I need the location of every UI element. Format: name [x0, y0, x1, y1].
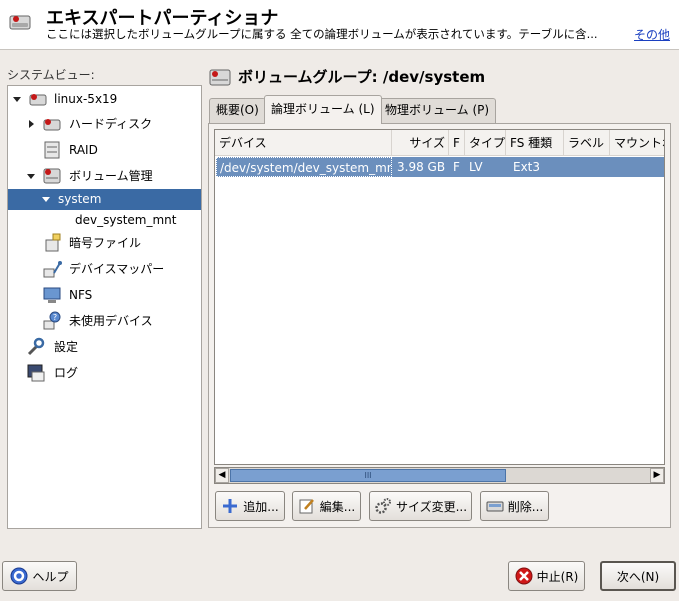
more-link[interactable]: その他	[634, 26, 670, 43]
logical-volumes-table[interactable]: デバイス サイズ F タイプ FS 種類 ラベル マウントポ /dev/syst…	[214, 129, 665, 465]
tree-item-label: ハードディスク	[69, 117, 153, 131]
tab-logical-volumes[interactable]: 論理ボリューム (L)	[264, 95, 382, 124]
tree-item-raid[interactable]: RAID	[8, 138, 201, 162]
next-button[interactable]: 次へ(N)	[600, 561, 676, 591]
column-header-fs-type[interactable]: FS 種類	[506, 130, 564, 156]
nfs-icon	[43, 287, 61, 303]
tree-item-system[interactable]: system	[8, 189, 201, 210]
delete-icon	[486, 501, 504, 512]
next-button-label: 次へ(N)	[616, 569, 660, 584]
page-title: ボリュームグループ: /dev/system	[238, 68, 486, 86]
column-header-type[interactable]: タイプ	[465, 130, 506, 156]
app-description: ここには選択したボリュームグループに属する 全ての論理ボリュームが表示されていま…	[46, 27, 598, 41]
gear-icon	[375, 498, 391, 514]
cell-label	[565, 157, 611, 177]
computer-icon	[29, 94, 47, 106]
tree-item-label: ボリューム管理	[69, 169, 153, 183]
tree-item-label: dev_system_mnt	[75, 213, 177, 227]
tree-item-log[interactable]: ログ	[8, 361, 201, 385]
close-icon	[515, 567, 533, 585]
column-header-device[interactable]: デバイス	[215, 130, 392, 156]
resize-button[interactable]: サイズ変更...	[369, 491, 472, 521]
device-mapper-icon	[43, 261, 62, 278]
edit-button[interactable]: 編集...	[292, 491, 361, 521]
abort-button-label: 中止(R)	[536, 569, 579, 584]
delete-button-label: 削除...	[507, 499, 544, 514]
tree-item-linux[interactable]: linux-5x19	[8, 87, 201, 111]
tab-physical-volumes[interactable]: 物理ボリューム (P)	[378, 98, 497, 123]
tree-item-label: ログ	[54, 366, 79, 380]
column-header-mount-point[interactable]: マウントポ	[610, 130, 664, 156]
horizontal-scrollbar[interactable]: ◀ III ▶	[214, 467, 665, 484]
system-view-tree[interactable]: linux-5x19 ハードディスク RAID ボリューム管理 system d…	[7, 85, 202, 529]
log-icon	[27, 364, 45, 382]
crypt-file-icon	[45, 233, 61, 252]
tree-item-label: RAID	[69, 143, 98, 157]
tree-item-settings[interactable]: 設定	[8, 335, 201, 359]
raid-icon	[44, 141, 60, 159]
delete-button[interactable]: 削除...	[480, 491, 549, 521]
add-button[interactable]: 追加...	[215, 491, 285, 521]
cell-mount-point	[611, 157, 664, 177]
cell-type: LV	[469, 160, 483, 174]
cell-device: /dev/system/dev_system_mnt	[216, 157, 392, 177]
harddisk-icon	[43, 119, 61, 131]
column-header-size[interactable]: サイズ	[392, 130, 449, 156]
tree-item-label: system	[58, 192, 102, 206]
tree-item-label: 設定	[54, 340, 79, 354]
help-button[interactable]: ヘルプ	[2, 561, 77, 591]
abort-button[interactable]: 中止(R)	[508, 561, 585, 591]
edit-button-label: 編集...	[319, 499, 356, 514]
add-button-label: 追加...	[243, 499, 279, 514]
tree-item-label: デバイスマッパー	[69, 262, 165, 276]
tree-item-device-mapper[interactable]: デバイスマッパー	[8, 257, 201, 281]
tree-item-label: 未使用デバイス	[69, 314, 153, 328]
scroll-right-arrow-icon[interactable]: ▶	[650, 468, 664, 483]
column-header-label[interactable]: ラベル	[564, 130, 610, 156]
tree-item-harddisk[interactable]: ハードディスク	[8, 112, 201, 136]
volume-group-icon	[209, 69, 231, 86]
help-button-label: ヘルプ	[32, 569, 69, 584]
tree-item-label: linux-5x19	[54, 92, 118, 106]
tree-item-nfs[interactable]: NFS	[8, 283, 201, 307]
harddisk-icon	[9, 15, 31, 30]
tree-item-volume-manager[interactable]: ボリューム管理	[8, 164, 201, 188]
tree-item-dev-system-mnt[interactable]: dev_system_mnt	[8, 208, 201, 232]
cell-size: 3.98 GB	[397, 160, 446, 174]
scrollbar-thumb[interactable]: III	[230, 469, 506, 482]
cell-f: F	[453, 160, 460, 174]
resize-button-label: サイズ変更...	[395, 499, 468, 514]
tab-overview[interactable]: 概要(O)	[209, 98, 266, 123]
unused-devices-icon: ?	[43, 311, 61, 330]
tree-item-label: NFS	[69, 288, 93, 302]
edit-icon	[299, 499, 314, 514]
tree-item-label: 暗号ファイル	[69, 236, 142, 250]
tree-item-crypt-files[interactable]: 暗号ファイル	[8, 231, 201, 255]
column-header-f[interactable]: F	[449, 130, 465, 156]
help-icon	[10, 567, 28, 585]
tree-item-unused-devices[interactable]: ? 未使用デバイス	[8, 309, 201, 333]
svg-text:?: ?	[53, 313, 57, 322]
settings-icon	[27, 337, 45, 356]
cell-fs-type: Ext3	[513, 160, 541, 174]
collapsed-arrow-icon[interactable]	[26, 119, 36, 129]
expanded-arrow-icon[interactable]	[41, 194, 51, 204]
expanded-arrow-icon[interactable]	[12, 94, 22, 104]
volume-manager-icon	[43, 168, 61, 184]
system-view-label: システムビュー:	[7, 68, 95, 82]
expanded-arrow-icon[interactable]	[26, 171, 36, 181]
scroll-left-arrow-icon[interactable]: ◀	[215, 468, 229, 483]
table-row[interactable]: /dev/system/dev_system_mnt 3.98 GB F LV …	[216, 157, 664, 177]
add-icon	[223, 499, 238, 513]
